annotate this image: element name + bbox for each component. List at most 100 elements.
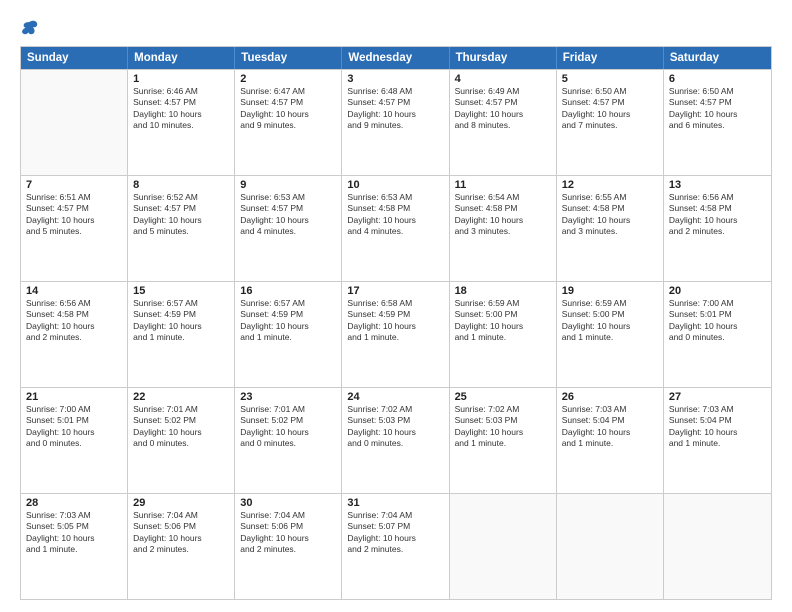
day-number: 23	[240, 391, 336, 403]
day-number: 30	[240, 497, 336, 509]
cal-cell	[450, 494, 557, 599]
day-info: Sunrise: 6:55 AM Sunset: 4:58 PM Dayligh…	[562, 192, 658, 238]
day-info: Sunrise: 7:00 AM Sunset: 5:01 PM Dayligh…	[669, 298, 766, 344]
day-number: 3	[347, 73, 443, 85]
day-number: 5	[562, 73, 658, 85]
cal-cell	[664, 494, 771, 599]
logo	[20, 18, 39, 36]
day-info: Sunrise: 6:48 AM Sunset: 4:57 PM Dayligh…	[347, 86, 443, 132]
cal-cell: 14Sunrise: 6:56 AM Sunset: 4:58 PM Dayli…	[21, 282, 128, 387]
cal-cell: 1Sunrise: 6:46 AM Sunset: 4:57 PM Daylig…	[128, 70, 235, 175]
day-number: 14	[26, 285, 122, 297]
day-number: 7	[26, 179, 122, 191]
day-info: Sunrise: 7:04 AM Sunset: 5:07 PM Dayligh…	[347, 510, 443, 556]
cal-week-2: 7Sunrise: 6:51 AM Sunset: 4:57 PM Daylig…	[21, 175, 771, 281]
cal-cell: 24Sunrise: 7:02 AM Sunset: 5:03 PM Dayli…	[342, 388, 449, 493]
cal-cell: 25Sunrise: 7:02 AM Sunset: 5:03 PM Dayli…	[450, 388, 557, 493]
day-number: 22	[133, 391, 229, 403]
day-info: Sunrise: 6:51 AM Sunset: 4:57 PM Dayligh…	[26, 192, 122, 238]
cal-cell	[557, 494, 664, 599]
calendar-body: 1Sunrise: 6:46 AM Sunset: 4:57 PM Daylig…	[21, 69, 771, 599]
day-info: Sunrise: 7:02 AM Sunset: 5:03 PM Dayligh…	[455, 404, 551, 450]
cal-cell: 5Sunrise: 6:50 AM Sunset: 4:57 PM Daylig…	[557, 70, 664, 175]
cal-cell: 28Sunrise: 7:03 AM Sunset: 5:05 PM Dayli…	[21, 494, 128, 599]
day-info: Sunrise: 6:53 AM Sunset: 4:57 PM Dayligh…	[240, 192, 336, 238]
cal-cell: 15Sunrise: 6:57 AM Sunset: 4:59 PM Dayli…	[128, 282, 235, 387]
day-info: Sunrise: 7:03 AM Sunset: 5:04 PM Dayligh…	[562, 404, 658, 450]
page: SundayMondayTuesdayWednesdayThursdayFrid…	[0, 0, 792, 612]
calendar: SundayMondayTuesdayWednesdayThursdayFrid…	[20, 46, 772, 600]
day-info: Sunrise: 7:02 AM Sunset: 5:03 PM Dayligh…	[347, 404, 443, 450]
day-info: Sunrise: 6:57 AM Sunset: 4:59 PM Dayligh…	[240, 298, 336, 344]
day-info: Sunrise: 6:46 AM Sunset: 4:57 PM Dayligh…	[133, 86, 229, 132]
cal-cell: 10Sunrise: 6:53 AM Sunset: 4:58 PM Dayli…	[342, 176, 449, 281]
day-number: 9	[240, 179, 336, 191]
cal-cell: 20Sunrise: 7:00 AM Sunset: 5:01 PM Dayli…	[664, 282, 771, 387]
cal-header-tuesday: Tuesday	[235, 47, 342, 69]
day-info: Sunrise: 6:52 AM Sunset: 4:57 PM Dayligh…	[133, 192, 229, 238]
cal-cell: 7Sunrise: 6:51 AM Sunset: 4:57 PM Daylig…	[21, 176, 128, 281]
day-number: 12	[562, 179, 658, 191]
cal-header-monday: Monday	[128, 47, 235, 69]
day-number: 28	[26, 497, 122, 509]
cal-cell: 2Sunrise: 6:47 AM Sunset: 4:57 PM Daylig…	[235, 70, 342, 175]
cal-header-sunday: Sunday	[21, 47, 128, 69]
cal-cell: 26Sunrise: 7:03 AM Sunset: 5:04 PM Dayli…	[557, 388, 664, 493]
day-info: Sunrise: 7:04 AM Sunset: 5:06 PM Dayligh…	[133, 510, 229, 556]
day-info: Sunrise: 7:03 AM Sunset: 5:05 PM Dayligh…	[26, 510, 122, 556]
cal-week-5: 28Sunrise: 7:03 AM Sunset: 5:05 PM Dayli…	[21, 493, 771, 599]
cal-cell: 6Sunrise: 6:50 AM Sunset: 4:57 PM Daylig…	[664, 70, 771, 175]
day-number: 11	[455, 179, 551, 191]
cal-header-saturday: Saturday	[664, 47, 771, 69]
day-info: Sunrise: 7:04 AM Sunset: 5:06 PM Dayligh…	[240, 510, 336, 556]
cal-cell: 22Sunrise: 7:01 AM Sunset: 5:02 PM Dayli…	[128, 388, 235, 493]
cal-header-friday: Friday	[557, 47, 664, 69]
day-number: 21	[26, 391, 122, 403]
day-info: Sunrise: 6:59 AM Sunset: 5:00 PM Dayligh…	[455, 298, 551, 344]
day-number: 13	[669, 179, 766, 191]
day-number: 8	[133, 179, 229, 191]
logo-bird-icon	[21, 18, 39, 36]
cal-cell: 19Sunrise: 6:59 AM Sunset: 5:00 PM Dayli…	[557, 282, 664, 387]
day-info: Sunrise: 6:53 AM Sunset: 4:58 PM Dayligh…	[347, 192, 443, 238]
day-number: 20	[669, 285, 766, 297]
cal-cell: 8Sunrise: 6:52 AM Sunset: 4:57 PM Daylig…	[128, 176, 235, 281]
day-info: Sunrise: 7:01 AM Sunset: 5:02 PM Dayligh…	[240, 404, 336, 450]
cal-cell: 23Sunrise: 7:01 AM Sunset: 5:02 PM Dayli…	[235, 388, 342, 493]
day-number: 31	[347, 497, 443, 509]
day-number: 10	[347, 179, 443, 191]
day-info: Sunrise: 6:50 AM Sunset: 4:57 PM Dayligh…	[562, 86, 658, 132]
cal-cell: 3Sunrise: 6:48 AM Sunset: 4:57 PM Daylig…	[342, 70, 449, 175]
cal-cell: 31Sunrise: 7:04 AM Sunset: 5:07 PM Dayli…	[342, 494, 449, 599]
cal-cell: 4Sunrise: 6:49 AM Sunset: 4:57 PM Daylig…	[450, 70, 557, 175]
day-info: Sunrise: 7:03 AM Sunset: 5:04 PM Dayligh…	[669, 404, 766, 450]
cal-header-thursday: Thursday	[450, 47, 557, 69]
calendar-header: SundayMondayTuesdayWednesdayThursdayFrid…	[21, 47, 771, 69]
day-info: Sunrise: 7:01 AM Sunset: 5:02 PM Dayligh…	[133, 404, 229, 450]
day-number: 1	[133, 73, 229, 85]
cal-cell	[21, 70, 128, 175]
cal-cell: 16Sunrise: 6:57 AM Sunset: 4:59 PM Dayli…	[235, 282, 342, 387]
day-number: 18	[455, 285, 551, 297]
day-number: 24	[347, 391, 443, 403]
cal-cell: 27Sunrise: 7:03 AM Sunset: 5:04 PM Dayli…	[664, 388, 771, 493]
day-info: Sunrise: 7:00 AM Sunset: 5:01 PM Dayligh…	[26, 404, 122, 450]
cal-cell: 11Sunrise: 6:54 AM Sunset: 4:58 PM Dayli…	[450, 176, 557, 281]
cal-cell: 30Sunrise: 7:04 AM Sunset: 5:06 PM Dayli…	[235, 494, 342, 599]
day-number: 19	[562, 285, 658, 297]
day-number: 17	[347, 285, 443, 297]
day-number: 4	[455, 73, 551, 85]
cal-header-wednesday: Wednesday	[342, 47, 449, 69]
day-number: 25	[455, 391, 551, 403]
cal-cell: 29Sunrise: 7:04 AM Sunset: 5:06 PM Dayli…	[128, 494, 235, 599]
day-info: Sunrise: 6:58 AM Sunset: 4:59 PM Dayligh…	[347, 298, 443, 344]
day-info: Sunrise: 6:59 AM Sunset: 5:00 PM Dayligh…	[562, 298, 658, 344]
cal-week-1: 1Sunrise: 6:46 AM Sunset: 4:57 PM Daylig…	[21, 69, 771, 175]
cal-cell: 9Sunrise: 6:53 AM Sunset: 4:57 PM Daylig…	[235, 176, 342, 281]
day-number: 15	[133, 285, 229, 297]
day-info: Sunrise: 6:57 AM Sunset: 4:59 PM Dayligh…	[133, 298, 229, 344]
day-number: 16	[240, 285, 336, 297]
day-info: Sunrise: 6:50 AM Sunset: 4:57 PM Dayligh…	[669, 86, 766, 132]
cal-cell: 12Sunrise: 6:55 AM Sunset: 4:58 PM Dayli…	[557, 176, 664, 281]
cal-week-4: 21Sunrise: 7:00 AM Sunset: 5:01 PM Dayli…	[21, 387, 771, 493]
